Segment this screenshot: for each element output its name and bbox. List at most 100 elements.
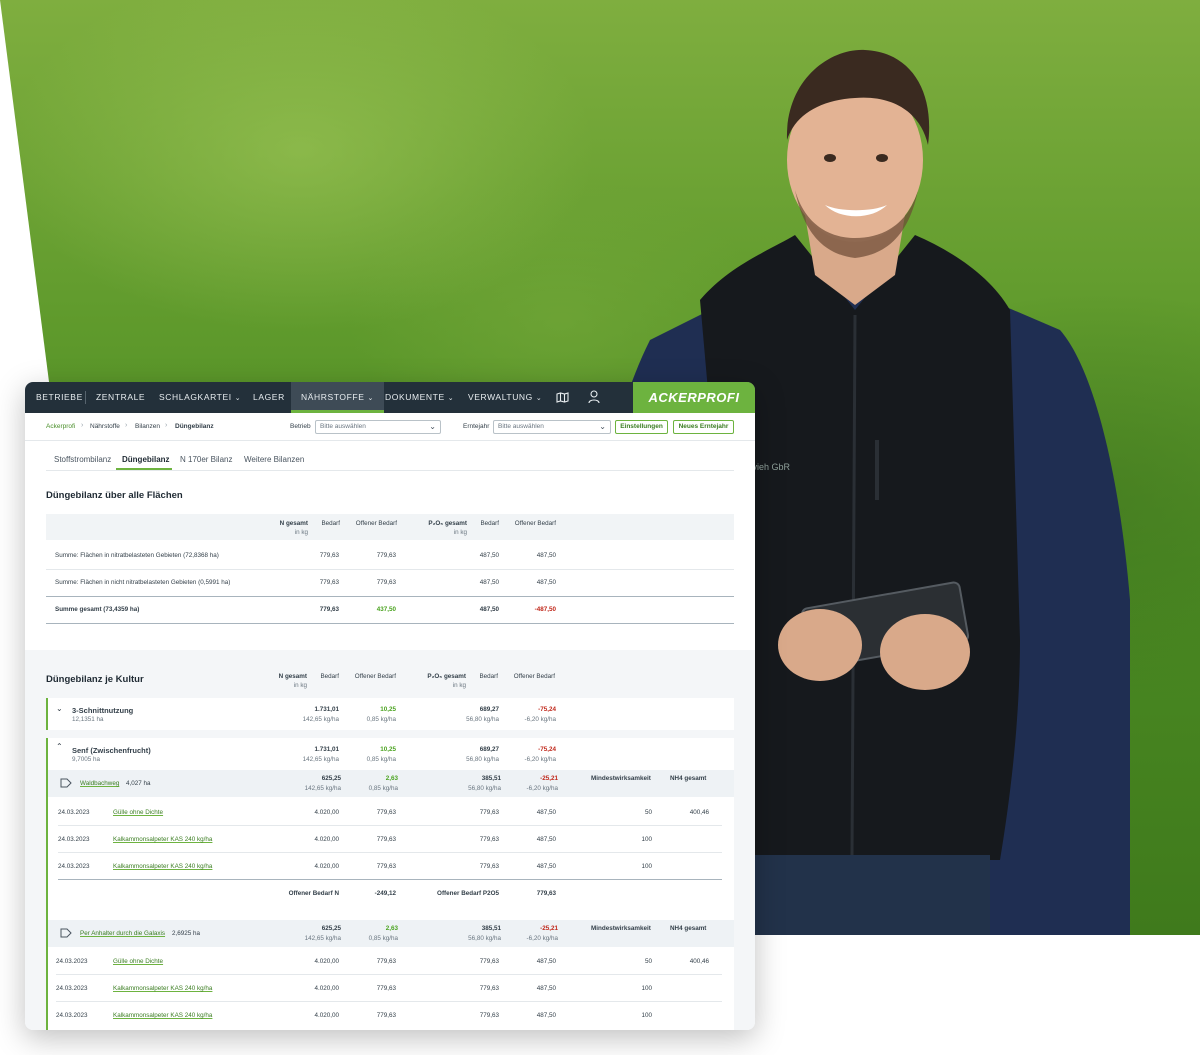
entry-n: 4.020,00 <box>314 809 339 816</box>
row-divider <box>58 879 722 880</box>
crop-card-expanded: ⌃ Senf (Zwischenfrucht) 9,7005 ha 1.731,… <box>46 738 734 1030</box>
entry-p: 779,63 <box>479 836 499 843</box>
settings-button[interactable]: Einstellungen <box>615 420 668 434</box>
row-n: 779,63 <box>319 552 339 559</box>
breadcrumb-bilanzen[interactable]: Bilanzen <box>135 423 160 430</box>
col-p-offener-bedarf: Offener Bedarf <box>513 673 555 680</box>
nav-item-betriebe[interactable]: BETRIEBE <box>36 382 83 413</box>
entry-min: 100 <box>641 1012 652 1019</box>
entry-min: 50 <box>644 958 652 965</box>
field-offen: 2,63 <box>385 925 398 932</box>
crop-area: 9,7005 ha <box>72 756 101 763</box>
row-divider <box>56 1001 722 1002</box>
entry-bedarf: 779,63 <box>376 836 396 843</box>
entry-product-link[interactable]: Kalkammonsalpeter KAS 240 kg/ha <box>113 1012 212 1019</box>
tab-weitere-bilanzen[interactable]: Weitere Bilanzen <box>244 455 304 464</box>
crop-p-offen: -75,24 <box>538 706 556 713</box>
erntejahr-select[interactable]: Bitte auswählen ⌄ <box>493 420 611 434</box>
col-offener-bedarf: Offener Bedarf <box>355 520 397 527</box>
summary-p-value: 779,63 <box>536 890 556 897</box>
row-divider <box>46 623 734 624</box>
nav-divider <box>85 391 86 404</box>
crop-card[interactable]: ⌄ 3-Schnittnutzung 12,1351 ha 1.731,01 1… <box>46 698 734 730</box>
entry-product-link[interactable]: Gülle ohne Dichte <box>113 958 163 965</box>
entry-nh4: 400,46 <box>689 809 709 816</box>
col-label: P₂O₅ gesamt <box>427 673 466 680</box>
row-p-offen: 487,50 <box>536 552 556 559</box>
entry-date: 24.03.2023 <box>58 863 90 870</box>
nav-item-verwaltung[interactable]: VERWALTUNG ⌄ <box>468 382 542 413</box>
field-p: 385,51 <box>481 925 501 932</box>
entry-p-offen: 487,50 <box>536 1012 556 1019</box>
entry-product-link[interactable]: Kalkammonsalpeter KAS 240 kg/ha <box>113 985 212 992</box>
user-icon[interactable] <box>588 390 600 404</box>
field-row[interactable]: Waldbachweg 4,027 ha 625,25 142,65 kg/ha… <box>48 770 734 797</box>
erntejahr-label: Erntejahr <box>463 423 490 430</box>
col-label: N gesamt <box>279 520 308 527</box>
main-navigation: BETRIEBE ZENTRALE SCHLAGKARTEI ⌄ LAGER NÄ… <box>25 382 755 413</box>
col-p-bedarf: Bedarf <box>479 673 498 680</box>
brand-logo[interactable]: ACKERPROFI <box>633 382 755 413</box>
tab-n170-bilanz[interactable]: N 170er Bilanz <box>180 455 232 464</box>
crop-p: 689,27 <box>479 706 499 713</box>
col-p-total: P₂O₅ gesamt in kg <box>427 673 466 689</box>
nav-item-lager[interactable]: LAGER <box>253 382 285 413</box>
col-label: N gesamt <box>278 673 307 680</box>
map-icon[interactable] <box>556 392 569 403</box>
entry-date: 24.03.2023 <box>58 809 90 816</box>
row-divider <box>58 825 722 826</box>
summary-n-label: Offener Bedarf N <box>288 890 339 897</box>
select-placeholder: Bitte auswählen <box>498 423 544 430</box>
nav-item-zentrale[interactable]: ZENTRALE <box>96 382 145 413</box>
nav-item-naehrstoffe[interactable]: NÄHRSTOFFE ⌄ <box>291 382 384 413</box>
entry-product-link[interactable]: Kalkammonsalpeter KAS 240 kg/ha <box>113 863 212 870</box>
crop-n: 1.731,01 <box>314 746 339 753</box>
entry-bedarf: 779,63 <box>376 809 396 816</box>
entry-n: 4.020,00 <box>314 985 339 992</box>
entry-p: 779,63 <box>479 863 499 870</box>
row-bedarf: 779,63 <box>376 552 396 559</box>
new-year-button[interactable]: Neues Erntejahr <box>673 420 734 434</box>
row-p: 487,50 <box>479 552 499 559</box>
entry-n: 4.020,00 <box>314 836 339 843</box>
entry-bedarf: 779,63 <box>376 863 396 870</box>
tab-stoffstrombilanz[interactable]: Stoffstrombilanz <box>54 455 111 464</box>
breadcrumb-naehrstoffe[interactable]: Nährstoffe <box>90 423 120 430</box>
field-name-link[interactable]: Per Anhalter durch die Galaxis <box>80 930 165 937</box>
row-label: Summe: Flächen in nitratbelasteten Gebie… <box>55 552 219 559</box>
entry-n: 4.020,00 <box>314 958 339 965</box>
field-p-offen-sub: -6,20 kg/ha <box>526 935 558 942</box>
crop-offen: 10,25 <box>380 746 396 753</box>
nav-label: DOKUMENTE <box>385 392 445 402</box>
nav-item-schlagkartei[interactable]: SCHLAGKARTEI ⌄ <box>159 382 241 413</box>
betrieb-select[interactable]: Bitte auswählen ⌄ <box>315 420 441 434</box>
field-n: 625,25 <box>321 775 341 782</box>
field-p-sub: 56,80 kg/ha <box>468 785 501 792</box>
chevron-down-icon[interactable]: ⌄ <box>56 704 63 713</box>
breadcrumb-ackerprofi[interactable]: Ackerprofi <box>46 423 75 430</box>
summary-p-label: Offener Bedarf P2O5 <box>437 890 499 897</box>
toolbar: Ackerprofi › Nährstoffe › Bilanzen › Dün… <box>25 413 755 441</box>
crop-name: Senf (Zwischenfrucht) <box>72 746 151 755</box>
entry-bedarf: 779,63 <box>376 1012 396 1019</box>
entry-p: 779,63 <box>479 1012 499 1019</box>
field-row[interactable]: Per Anhalter durch die Galaxis 2,6925 ha… <box>48 920 734 947</box>
chevron-up-icon[interactable]: ⌃ <box>56 742 63 751</box>
chevron-right-icon: › <box>125 422 128 429</box>
row-n: 779,63 <box>319 579 339 586</box>
crop-p-offen: -75,24 <box>538 746 556 753</box>
crop-n: 1.731,01 <box>314 706 339 713</box>
col-unit: in kg <box>293 682 307 689</box>
entry-bedarf: 779,63 <box>376 958 396 965</box>
field-n-sub: 142,65 kg/ha <box>304 935 341 942</box>
entry-date: 24.03.2023 <box>56 985 88 992</box>
entry-n: 4.020,00 <box>314 1012 339 1019</box>
entry-product-link[interactable]: Gülle ohne Dichte <box>113 809 163 816</box>
field-name-link[interactable]: Waldbachweg <box>80 780 119 787</box>
chevron-right-icon: › <box>165 422 168 429</box>
row-p-offen: 487,50 <box>536 579 556 586</box>
entry-product-link[interactable]: Kalkammonsalpeter KAS 240 kg/ha <box>113 836 212 843</box>
nav-item-dokumente[interactable]: DOKUMENTE ⌄ <box>385 382 454 413</box>
chevron-down-icon: ⌄ <box>599 422 606 431</box>
tab-duengebilanz[interactable]: Düngebilanz <box>122 455 170 464</box>
